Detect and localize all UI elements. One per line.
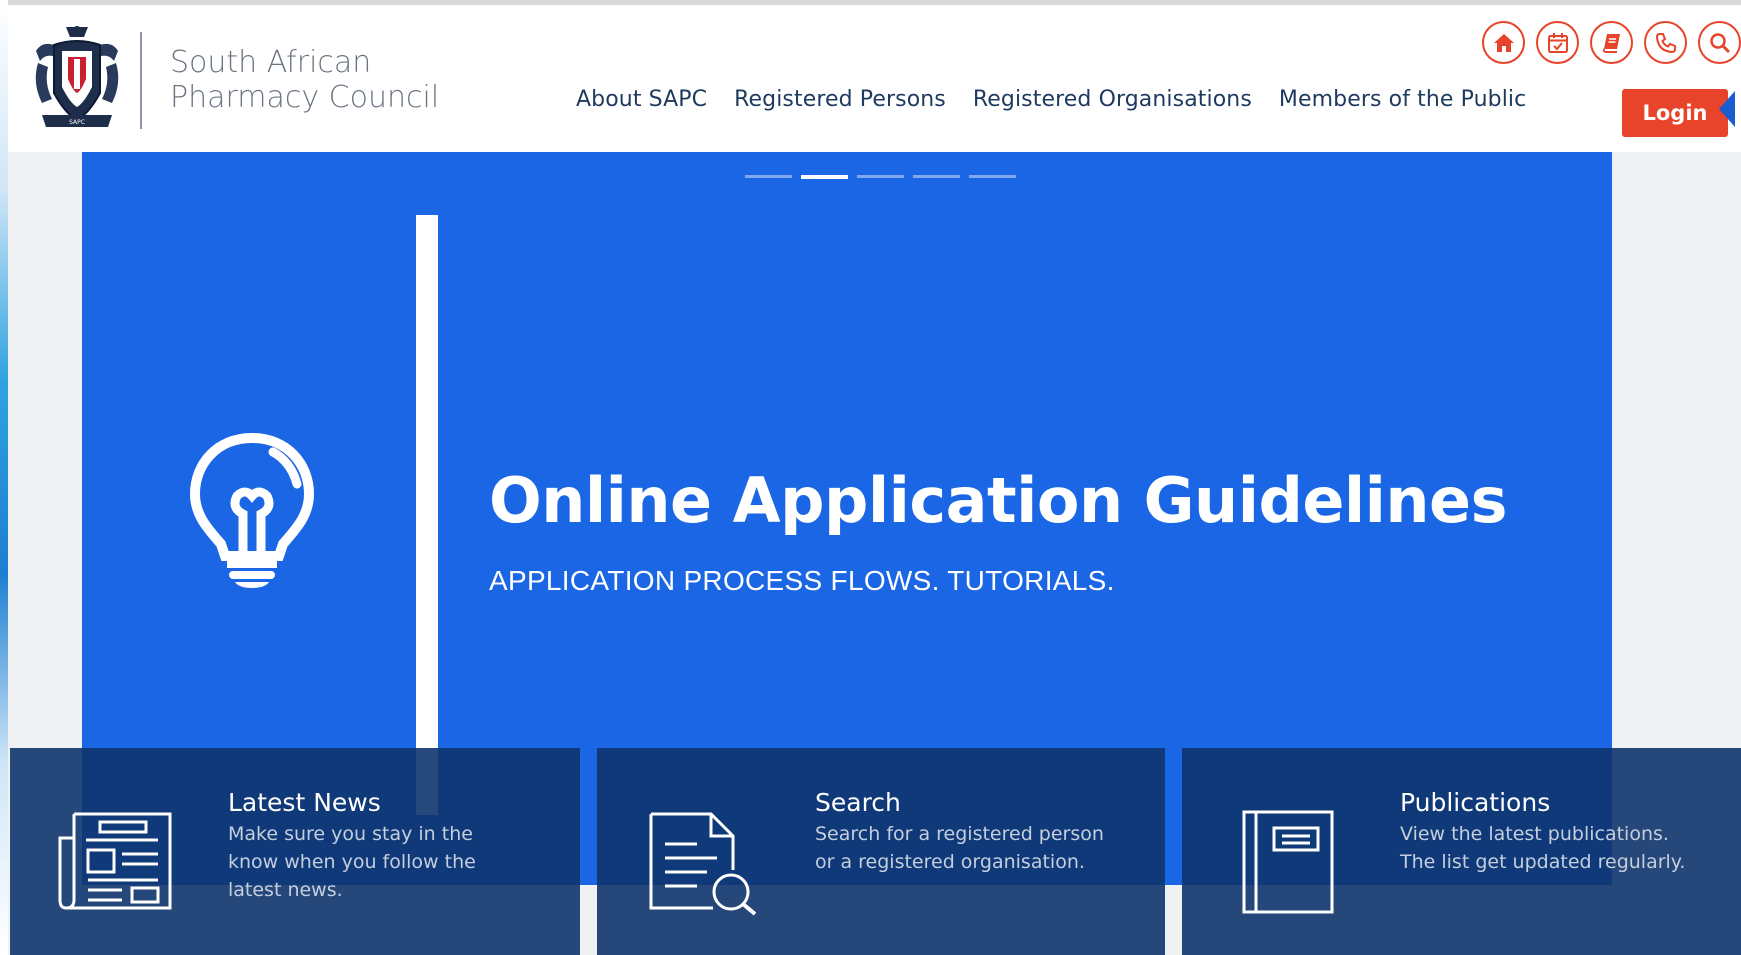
card-title: Latest News — [228, 788, 381, 817]
nav-members-of-the-public[interactable]: Members of the Public — [1279, 87, 1526, 112]
coat-of-arms-icon: SAPC — [35, 26, 119, 127]
card-title: Search — [815, 788, 901, 817]
card-publications[interactable]: Publications View the latest publication… — [1182, 748, 1741, 955]
slider-dot[interactable] — [969, 175, 1016, 178]
nav-registered-persons[interactable]: Registered Persons — [734, 87, 946, 112]
slider-dot[interactable] — [857, 175, 904, 178]
site-name[interactable]: South African Pharmacy Council — [170, 45, 490, 115]
sapc-logo[interactable]: SAPC — [28, 23, 126, 133]
lightbulb-icon — [187, 430, 317, 590]
card-title: Publications — [1400, 788, 1551, 817]
left-decorative-strip — [0, 0, 8, 955]
slider-indicators — [745, 175, 1016, 179]
site-name-line1: South African — [170, 45, 372, 80]
card-description: Search for a registered person or a regi… — [815, 823, 1104, 873]
book-icon[interactable] — [1590, 21, 1633, 64]
site-header: SAPC South African Pharmacy Council Abou… — [8, 5, 1741, 152]
nav-registered-organisations[interactable]: Registered Organisations — [973, 87, 1252, 112]
slider-dot[interactable] — [745, 175, 792, 178]
phone-icon[interactable] — [1644, 21, 1687, 64]
slider-dot-active[interactable] — [801, 175, 848, 179]
utility-icon-bar — [1482, 21, 1741, 64]
card-search[interactable]: Search Search for a registered person or… — [597, 748, 1165, 955]
newspaper-icon — [58, 808, 173, 916]
calendar-icon[interactable] — [1536, 21, 1579, 64]
brand-divider — [140, 32, 142, 129]
card-latest-news[interactable]: Latest News Make sure you stay in the kn… — [10, 748, 580, 955]
card-description: Make sure you stay in the know when you … — [228, 823, 476, 901]
home-icon[interactable] — [1482, 21, 1525, 64]
card-description: View the latest publications. The list g… — [1400, 823, 1686, 873]
site-name-line2: Pharmacy Council — [170, 80, 440, 115]
login-arrow-indicator — [1719, 91, 1735, 127]
hero-subtitle: APPLICATION PROCESS FLOWS. TUTORIALS. — [489, 565, 1115, 596]
login-button[interactable]: Login — [1622, 89, 1728, 137]
document-search-icon — [645, 808, 760, 916]
search-icon[interactable] — [1698, 21, 1741, 64]
slider-dot[interactable] — [913, 175, 960, 178]
svg-text:SAPC: SAPC — [69, 119, 85, 126]
main-nav: About SAPC Registered Persons Registered… — [576, 87, 1553, 112]
hero-divider-bar — [416, 215, 438, 815]
book-icon — [1240, 808, 1355, 916]
nav-about-sapc[interactable]: About SAPC — [576, 87, 707, 112]
hero-title: Online Application Guidelines — [489, 464, 1507, 537]
